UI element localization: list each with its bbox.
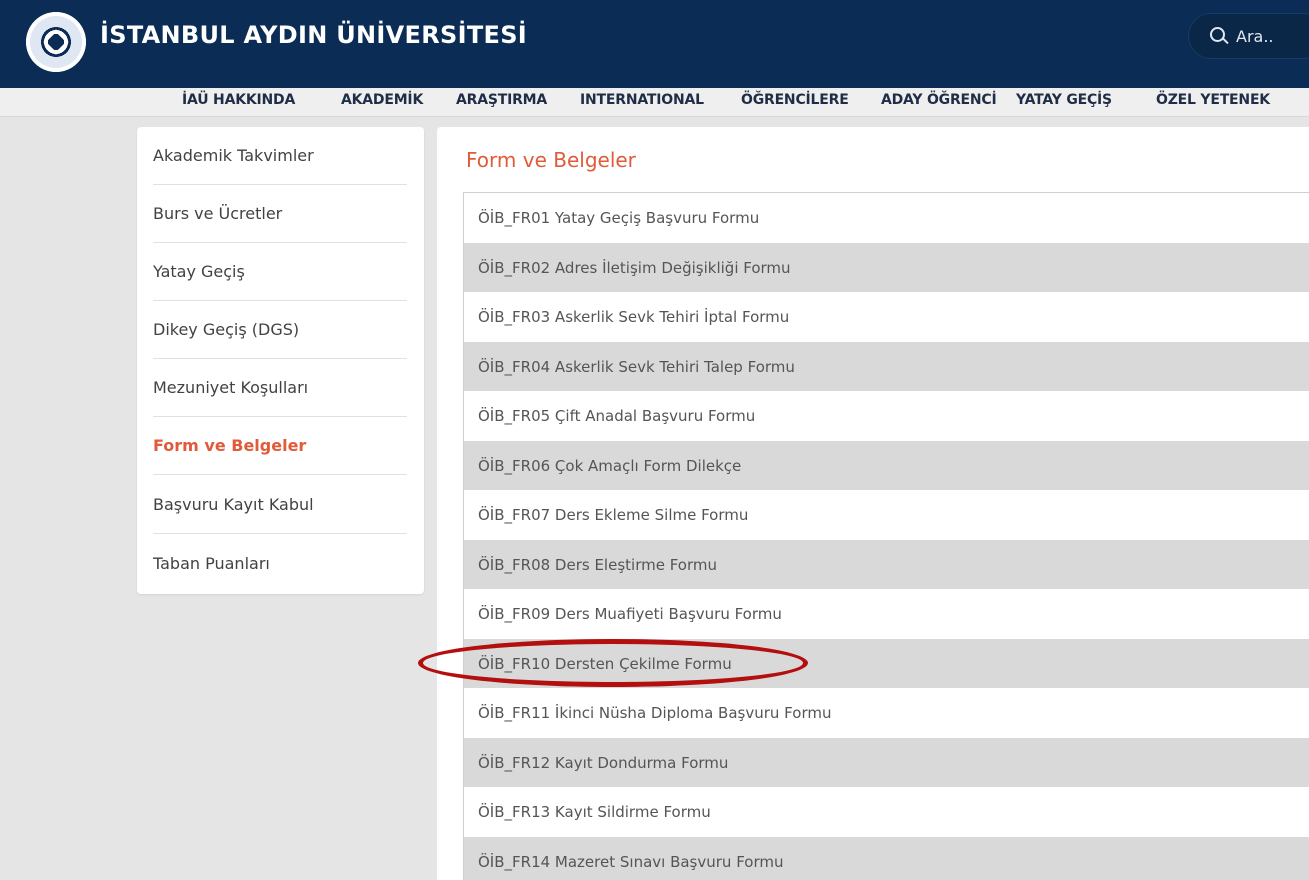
form-link-fr06[interactable]: ÖİB_FR06 Çok Amaçlı Form Dilekçe xyxy=(464,441,1309,490)
main-navigation: İAÜ HAKKINDA AKADEMİK ARAŞTIRMA INTERNAT… xyxy=(0,88,1309,117)
search-input[interactable]: Ara.. xyxy=(1236,27,1274,46)
sidebar-item-mezuniyet-kosullari[interactable]: Mezuniyet Koşulları xyxy=(153,359,407,417)
form-link-fr14[interactable]: ÖİB_FR14 Mazeret Sınavı Başvuru Formu xyxy=(464,837,1309,880)
nav-item-iau-hakkinda[interactable]: İAÜ HAKKINDA xyxy=(182,92,295,108)
sidebar-item-taban-puanlari[interactable]: Taban Puanları xyxy=(153,534,407,592)
sidebar-item-basvuru-kayit-kabul[interactable]: Başvuru Kayıt Kabul xyxy=(153,476,407,534)
form-link-fr07[interactable]: ÖİB_FR07 Ders Ekleme Silme Formu xyxy=(464,490,1309,539)
sidebar-menu: Akademik Takvimler Burs ve Ücretler Yata… xyxy=(137,127,424,594)
form-link-fr02[interactable]: ÖİB_FR02 Adres İletişim Değişikliği Form… xyxy=(464,243,1309,292)
forms-list: ÖİB_FR01 Yatay Geçiş Başvuru Formu ÖİB_F… xyxy=(463,192,1309,880)
page-title: Form ve Belgeler xyxy=(466,148,636,172)
form-link-fr01[interactable]: ÖİB_FR01 Yatay Geçiş Başvuru Formu xyxy=(464,193,1309,242)
sidebar-item-form-ve-belgeler[interactable]: Form ve Belgeler xyxy=(153,417,407,475)
nav-item-aday-ogrenci[interactable]: ADAY ÖĞRENCİ xyxy=(881,92,997,108)
sidebar-item-burs-ve-ucretler[interactable]: Burs ve Ücretler xyxy=(153,185,407,243)
form-link-fr11[interactable]: ÖİB_FR11 İkinci Nüsha Diploma Başvuru Fo… xyxy=(464,688,1309,737)
main-content: Form ve Belgeler ÖİB_FR01 Yatay Geçiş Ba… xyxy=(437,127,1309,880)
nav-item-ozel-yetenek[interactable]: ÖZEL YETENEK xyxy=(1156,92,1270,108)
search-box[interactable]: Ara.. xyxy=(1188,13,1309,59)
university-logo[interactable] xyxy=(26,12,86,72)
top-header: İSTANBUL AYDIN ÜNİVERSİTESİ Ara.. xyxy=(0,0,1309,88)
form-link-fr09[interactable]: ÖİB_FR09 Ders Muafiyeti Başvuru Formu xyxy=(464,589,1309,638)
form-link-fr10[interactable]: ÖİB_FR10 Dersten Çekilme Formu xyxy=(464,639,1309,688)
nav-item-yatay-gecis[interactable]: YATAY GEÇİŞ xyxy=(1016,92,1112,108)
form-link-fr13[interactable]: ÖİB_FR13 Kayıt Sildirme Formu xyxy=(464,787,1309,836)
nav-item-akademik[interactable]: AKADEMİK xyxy=(341,92,423,108)
form-link-fr12[interactable]: ÖİB_FR12 Kayıt Dondurma Formu xyxy=(464,738,1309,787)
search-icon[interactable] xyxy=(1210,27,1228,45)
nav-item-international[interactable]: INTERNATIONAL xyxy=(580,92,704,108)
sidebar-item-dikey-gecis[interactable]: Dikey Geçiş (DGS) xyxy=(153,301,407,359)
sidebar-item-yatay-gecis[interactable]: Yatay Geçiş xyxy=(153,243,407,301)
form-link-fr03[interactable]: ÖİB_FR03 Askerlik Sevk Tehiri İptal Form… xyxy=(464,292,1309,341)
university-name[interactable]: İSTANBUL AYDIN ÜNİVERSİTESİ xyxy=(100,21,527,49)
form-link-fr04[interactable]: ÖİB_FR04 Askerlik Sevk Tehiri Talep Form… xyxy=(464,342,1309,391)
nav-item-arastirma[interactable]: ARAŞTIRMA xyxy=(456,92,547,108)
nav-item-ogrencilere[interactable]: ÖĞRENCİLERE xyxy=(741,92,849,108)
sidebar-item-akademik-takvimler[interactable]: Akademik Takvimler xyxy=(153,127,407,185)
form-link-fr05[interactable]: ÖİB_FR05 Çift Anadal Başvuru Formu xyxy=(464,391,1309,440)
form-link-fr08[interactable]: ÖİB_FR08 Ders Eleştirme Formu xyxy=(464,540,1309,589)
